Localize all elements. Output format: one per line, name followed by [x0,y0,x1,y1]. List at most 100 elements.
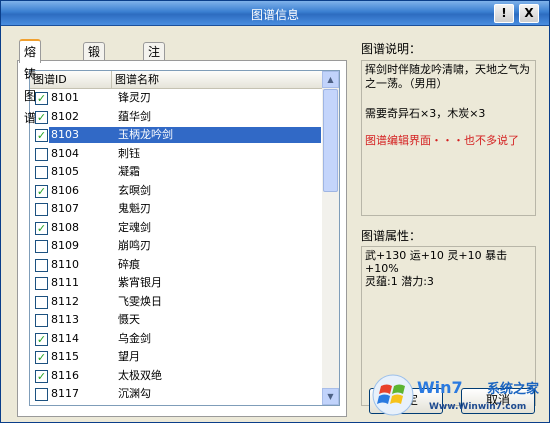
row-id: 8114 [51,331,79,345]
row-id: 8115 [51,350,79,363]
row-name: 太极双绝 [118,368,162,382]
list-item[interactable]: 8110 碎痕 [30,256,322,275]
scroll-thumb[interactable] [323,89,338,192]
row-checkbox[interactable]: ✓ [35,184,48,198]
attributes-line-1: 武+130 运+10 灵+10 暴击+10% [365,249,508,275]
row-id: 8103 [51,128,79,141]
help-button[interactable]: ! [494,4,514,23]
list-item[interactable]: 8118 寒梅 [30,404,322,406]
row-checkbox[interactable] [35,388,48,401]
list-item[interactable]: 8113 慑天 [30,311,322,330]
row-id: 8102 [51,109,79,123]
tab-panel: 图谱ID 图谱名称 ✓ 8101 锋灵刃 ✓ 8102 蕴华剑 ✓ 8103 玉柄龙吟剑 8104… [17,60,347,417]
row-id: 8117 [51,387,79,400]
row-checkbox[interactable] [35,147,48,161]
row-checkbox[interactable] [35,314,48,327]
row-name: 玄暝剑 [118,183,151,197]
row-name: 寒梅 [118,404,140,406]
row-name: 锋灵刃 [118,91,151,104]
selection-highlight [49,127,321,143]
list-item[interactable]: ✓ 8108 定魂剑 [30,219,322,238]
tab-forging[interactable]: 锻冶图谱 [83,42,106,113]
list-header: 图谱ID 图谱名称 [30,71,322,89]
row-id: 8112 [51,294,79,308]
scroll-up-icon[interactable]: ▲ [322,71,339,88]
row-name: 玉柄龙吟剑 [118,128,173,141]
row-checkbox[interactable]: ✓ [35,110,48,124]
recipe-list[interactable]: 图谱ID 图谱名称 ✓ 8101 锋灵刃 ✓ 8102 蕴华剑 ✓ 8103 玉柄龙吟剑 8104… [29,70,340,406]
row-id: 8108 [51,220,79,234]
row-id: 8107 [51,202,79,215]
row-checkbox[interactable]: ✓ [35,332,48,346]
tab-enchant[interactable]: 注灵图谱 [143,42,166,113]
list-item[interactable]: 8107 鬼魁刃 [30,200,322,219]
description-text: 挥剑时伴随龙吟清啸，天地之气为之一荡。（男用） [365,63,530,90]
dialog-window: 图谱信息 ! X 熔铸图谱 锻冶图谱 注灵图谱 图谱ID 图谱名称 ✓8101锋… [0,0,550,423]
row-id: 8111 [51,276,79,289]
row-checkbox[interactable] [35,258,48,272]
row-id: 8105 [51,165,79,178]
dialog-body: 熔铸图谱 锻冶图谱 注灵图谱 图谱ID 图谱名称 ✓8101锋灵刃✓8102蕴华… [4,28,545,418]
list-item[interactable]: 8104 刺钰 [30,145,322,164]
row-checkbox[interactable] [35,240,48,253]
column-header-id[interactable]: 图谱ID [30,71,112,88]
list-item[interactable]: ✓ 8101 锋灵刃 [30,89,322,108]
list-item[interactable]: 8117 沉渊勾 [30,385,322,404]
row-id: 8113 [51,313,79,326]
list-item[interactable]: 8109 崩鸣刃 [30,237,322,256]
description-label: 图谱说明： [361,42,422,56]
row-name: 飞雯焕日 [118,294,162,308]
row-name: 蕴华剑 [118,109,151,123]
row-checkbox[interactable]: ✓ [35,351,48,364]
list-item[interactable]: 8105 凝霜 [30,163,322,182]
row-id: 8109 [51,239,79,252]
row-name: 崩鸣刃 [118,239,151,252]
row-name: 定魂剑 [118,220,151,234]
list-item[interactable]: ✓ 8115 望月 [30,348,322,367]
scroll-down-icon[interactable]: ▼ [322,388,339,405]
row-checkbox[interactable] [35,203,48,216]
row-checkbox[interactable] [35,166,48,179]
cancel-button[interactable]: 取消 [461,388,535,414]
row-id: 8101 [51,91,79,104]
row-checkbox[interactable]: ✓ [35,221,48,235]
row-id: 8118 [51,404,79,406]
row-checkbox[interactable] [35,277,48,290]
column-header-name[interactable]: 图谱名称 [112,71,315,88]
attributes-box: 武+130 运+10 灵+10 暴击+10% 灵蕴:1 潜力:3 [361,246,536,406]
list-item[interactable]: ✓ 8116 太极双绝 [30,367,322,386]
list-item[interactable]: ✓ 8114 乌金剑 [30,330,322,349]
row-name: 紫宵银月 [118,276,162,289]
row-name: 乌金剑 [118,331,151,345]
list-item[interactable]: 8111 紫宵银月 [30,274,322,293]
row-name: 凝霜 [118,165,140,178]
row-checkbox[interactable] [35,295,48,309]
list-item[interactable]: ✓ 8102 蕴华剑 [30,108,322,127]
row-name: 碎痕 [118,257,140,271]
row-name: 慑天 [118,313,140,326]
title-bar[interactable]: 图谱信息 ! X [1,1,549,26]
row-name: 刺钰 [118,146,140,160]
tab-casting[interactable]: 熔铸图谱 [19,39,42,125]
description-requirement: 需要奇异石×3，木炭×3 [365,107,486,120]
row-name: 鬼魁刃 [118,202,151,215]
description-box: 挥剑时伴随龙吟清啸，天地之气为之一荡。（男用） 需要奇异石×3，木炭×3 图谱编… [361,60,536,216]
row-id: 8116 [51,368,79,382]
row-checkbox[interactable]: ✓ [35,369,48,383]
list-rows: ✓ 8101 锋灵刃 ✓ 8102 蕴华剑 ✓ 8103 玉柄龙吟剑 8104 刺钰 8105 凝霜 ✓ 8… [30,89,322,406]
ok-button[interactable]: 确定 [369,388,443,414]
window-title: 图谱信息 [250,8,299,22]
vertical-scrollbar[interactable]: ▲ ▼ [322,71,339,405]
close-button[interactable]: X [519,4,539,23]
row-id: 8106 [51,183,79,197]
row-checkbox[interactable]: ✓ [35,129,48,142]
row-id: 8104 [51,146,79,160]
row-checkbox[interactable]: ✓ [35,92,48,105]
row-id: 8110 [51,257,79,271]
attributes-line-2: 灵蕴:1 潜力:3 [365,275,434,288]
list-item[interactable]: ✓ 8103 玉柄龙吟剑 [30,126,322,145]
list-item[interactable]: ✓ 8106 玄暝剑 [30,182,322,201]
row-name: 望月 [118,350,140,363]
list-item[interactable]: 8112 飞雯焕日 [30,293,322,312]
row-name: 沉渊勾 [118,387,151,400]
